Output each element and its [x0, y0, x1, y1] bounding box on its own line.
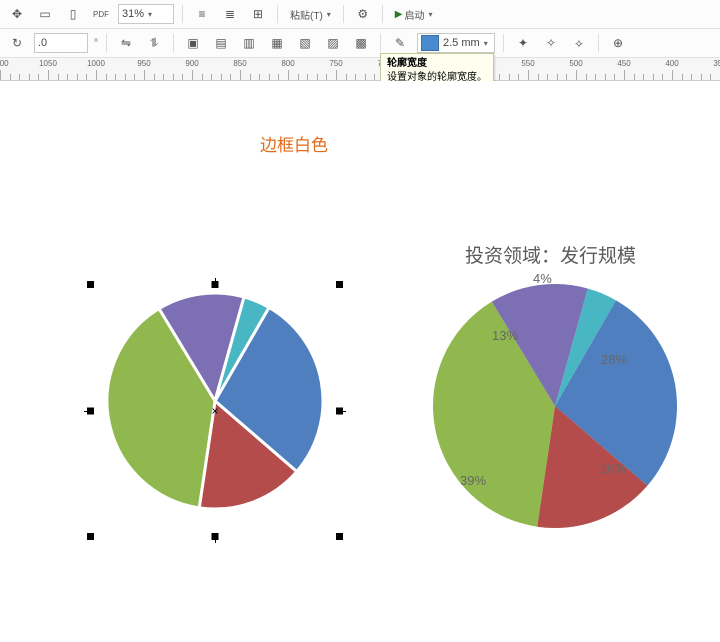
separator [173, 34, 174, 52]
order-front-icon[interactable]: ▣ [182, 32, 204, 54]
right-pie-svg [430, 281, 680, 531]
align-left-icon[interactable]: ≡ [191, 3, 213, 25]
separator [380, 34, 381, 52]
side-tick-e [340, 411, 346, 412]
chevron-down-icon: ▾ [484, 39, 488, 48]
paste-label: 粘贴(T) [290, 7, 323, 22]
snap-b-icon[interactable]: ✧ [540, 32, 562, 54]
side-tick-n [215, 278, 216, 284]
export-pdf-icon[interactable]: PDF [90, 3, 112, 25]
order-bwd-icon[interactable]: ▦ [266, 32, 288, 54]
side-tick-s [215, 537, 216, 543]
paste-button[interactable]: 粘贴(T) ▾ [286, 3, 335, 25]
stroke-swatch [421, 35, 439, 51]
chevron-down-icon: ▾ [429, 10, 433, 19]
snap-a-icon[interactable]: ✦ [512, 32, 534, 54]
separator [382, 5, 383, 23]
toolbar-second: ↻ .0 ° ⇋ ⥮ ▣ ▤ ▥ ▦ ▧ ▨ ▩ ✎ 2.5 mm ▾ ✦ ✧ … [0, 29, 720, 58]
tooltip-title: 轮廓宽度 [387, 57, 487, 71]
pie-label-4: 4% [533, 271, 552, 286]
ungroup-icon[interactable]: ▨ [322, 32, 344, 54]
pie-label-16: 16% [600, 461, 626, 476]
annotation-text: 边框白色 [260, 131, 328, 156]
resize-handle-ne[interactable] [336, 281, 343, 288]
side-tick-w [84, 411, 90, 412]
align-dist-icon[interactable]: ⊞ [247, 3, 269, 25]
mirror-h-icon[interactable]: ⇋ [115, 32, 137, 54]
launch-button[interactable]: ▶ 启动 ▾ [391, 3, 437, 25]
separator [343, 5, 344, 23]
order-back-icon[interactable]: ▥ [238, 32, 260, 54]
settings-gear-icon[interactable]: ⚙ [352, 3, 374, 25]
right-pie-title: 投资领域：发行规模 [465, 241, 636, 268]
canvas-workspace[interactable]: 边框白色 投资领域：发行规模 × 4% 13% 28% 16% 39% [0, 81, 720, 642]
rotate-field[interactable]: .0 [34, 33, 88, 53]
resize-handle-nw[interactable] [87, 281, 94, 288]
zoom-combo[interactable]: 31% ▾ [118, 4, 174, 24]
separator [503, 34, 504, 52]
chevron-down-icon: ▾ [327, 10, 331, 19]
tool-nextdoc-icon[interactable]: ▯ [62, 3, 84, 25]
rotate-icon[interactable]: ↻ [6, 32, 28, 54]
selection-center-icon: × [211, 404, 218, 418]
separator [277, 5, 278, 23]
chevron-down-icon: ▾ [148, 10, 152, 19]
stroke-width-combo[interactable]: 2.5 mm ▾ [417, 33, 495, 53]
rotate-value: .0 [38, 37, 47, 49]
mirror-v-icon[interactable]: ⥮ [143, 32, 165, 54]
pie-label-28: 28% [601, 352, 627, 367]
resize-handle-se[interactable] [336, 533, 343, 540]
pie-label-39: 39% [460, 473, 486, 488]
horizontal-ruler: 1100105010009509008508007507006506005505… [0, 58, 720, 81]
right-pie-chart[interactable] [430, 281, 680, 531]
snap-c-icon[interactable]: ⟡ [568, 32, 590, 54]
tool-doc-icon[interactable]: ▭ [34, 3, 56, 25]
order-fwd-icon[interactable]: ▤ [210, 32, 232, 54]
add-icon[interactable]: ⊕ [607, 32, 629, 54]
pie-label-13: 13% [492, 328, 518, 343]
degree-label: ° [94, 38, 98, 49]
pen-icon[interactable]: ✎ [389, 32, 411, 54]
separator [106, 34, 107, 52]
tool-move-icon[interactable]: ✥ [6, 3, 28, 25]
separator [182, 5, 183, 23]
zoom-value: 31% [122, 8, 144, 20]
toolbar-top: ✥ ▭ ▯ PDF 31% ▾ ≡ ≣ ⊞ 粘贴(T) ▾ ⚙ ▶ 启动 ▾ [0, 0, 720, 29]
separator [598, 34, 599, 52]
launch-label: 启动 [405, 7, 425, 22]
resize-handle-sw[interactable] [87, 533, 94, 540]
group-icon[interactable]: ▧ [294, 32, 316, 54]
selection-frame: × [90, 284, 340, 537]
align-center-icon[interactable]: ≣ [219, 3, 241, 25]
combine-icon[interactable]: ▩ [350, 32, 372, 54]
play-icon: ▶ [395, 9, 403, 20]
stroke-width-value: 2.5 mm [443, 37, 480, 49]
